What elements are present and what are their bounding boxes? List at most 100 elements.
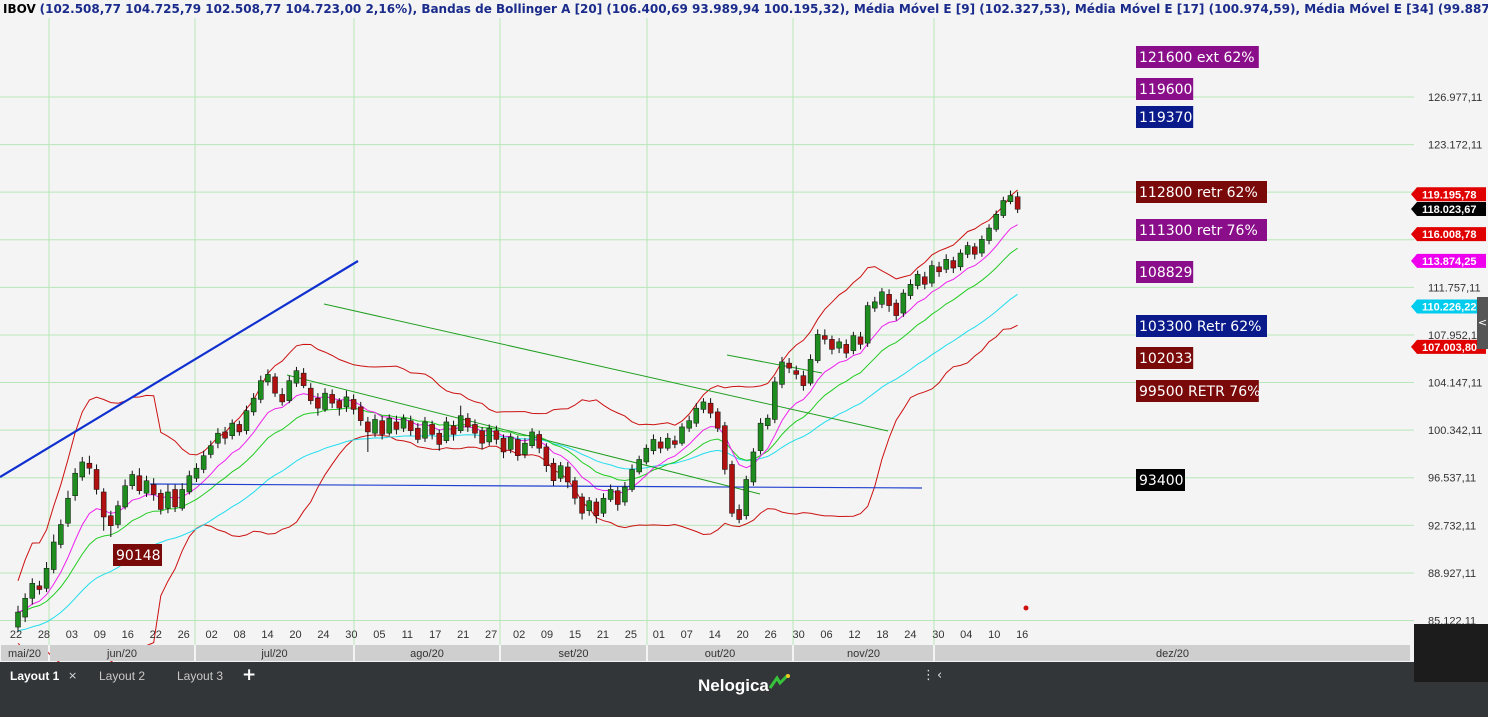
x-day-label: 04 — [960, 629, 972, 641]
candle-body — [986, 227, 992, 241]
x-day-label: 28 — [38, 629, 50, 641]
candle-body — [1000, 200, 1007, 216]
candle-body — [222, 431, 228, 439]
marker-dot — [1023, 605, 1029, 611]
candle-body — [779, 361, 785, 385]
side-panel-handle[interactable]: < — [1477, 297, 1488, 349]
candle-body — [607, 489, 614, 500]
candle-body — [86, 462, 93, 469]
candle — [900, 289, 907, 317]
candle-body — [893, 302, 899, 316]
candle-body — [307, 387, 314, 401]
candle-body — [529, 431, 535, 446]
candle-body — [372, 419, 378, 434]
price-tag: 113.874,25 — [1411, 253, 1486, 268]
candle-body — [65, 497, 71, 524]
candlestick-chart[interactable]: 126.977,11123.172,11111.757,11107.952,11… — [0, 18, 1488, 662]
month-segment: nov/20 — [794, 645, 933, 661]
candle-body — [150, 484, 157, 495]
candle-body — [243, 410, 250, 431]
candle — [772, 376, 778, 424]
level-label: 108829 — [1136, 261, 1194, 283]
candle-body — [957, 252, 964, 268]
candle-body — [172, 489, 178, 508]
candle-body — [300, 372, 307, 386]
candle-body — [422, 421, 428, 439]
x-day-label: 08 — [233, 629, 245, 641]
more-menu-icon[interactable]: ⋮ — [922, 666, 935, 686]
candle-body — [615, 490, 621, 505]
candle-body — [629, 469, 635, 490]
x-day-label: 17 — [429, 629, 441, 641]
candle-body — [236, 424, 243, 433]
candle-body — [379, 420, 385, 435]
month-label: ago/20 — [410, 648, 444, 660]
candle-body — [757, 422, 764, 451]
layout-tab-bar: Layout 1 × Layout 2 Layout 3 + ⋮ ‹ Nelog… — [0, 662, 1488, 717]
candle — [743, 475, 750, 520]
candle — [722, 421, 728, 475]
y-tick-label: 92.732,11 — [1428, 520, 1476, 532]
x-day-label: 26 — [178, 629, 190, 641]
x-day-label: 12 — [848, 629, 860, 641]
candle-body — [443, 421, 450, 441]
month-label: set/20 — [559, 648, 589, 660]
candle-body — [550, 462, 557, 481]
x-day-label: 09 — [541, 629, 553, 641]
close-tab-icon[interactable]: × — [68, 666, 77, 686]
candle-body — [572, 480, 578, 499]
price-tag-text: 119.195,78 — [1422, 189, 1476, 201]
month-segment: out/20 — [648, 645, 792, 661]
candle-body — [729, 464, 735, 514]
price-tag: 119.195,78 — [1411, 187, 1486, 202]
candle-body — [229, 422, 235, 436]
candle-body — [22, 598, 28, 618]
candle — [750, 448, 757, 486]
price-tag: 118.023,67 — [1411, 201, 1486, 216]
candle-body — [800, 375, 807, 386]
tab-layout-3[interactable]: Layout 3 — [177, 666, 223, 686]
candle-body — [472, 424, 478, 434]
candle-body — [58, 524, 64, 545]
x-day-label: 02 — [513, 629, 525, 641]
month-label: dez/20 — [1156, 648, 1189, 660]
add-tab-button[interactable]: + — [242, 664, 256, 686]
price-tag: 110.226,22 — [1411, 299, 1486, 314]
candle-body — [543, 446, 550, 466]
candle-body — [943, 259, 949, 270]
candle-body — [522, 442, 528, 455]
month-segment: set/20 — [501, 645, 646, 661]
candle-body — [286, 380, 293, 401]
candle-body — [486, 427, 492, 443]
y-tick-label: 111.757,11 — [1428, 282, 1481, 294]
level-label-text: 111300 retr 76% — [1139, 223, 1258, 239]
x-day-label: 14 — [709, 629, 721, 641]
y-tick-label: 104.147,11 — [1428, 378, 1482, 390]
symbol-label: IBOV — [3, 2, 36, 16]
x-day-label: 02 — [206, 629, 218, 641]
x-day-label: 10 — [988, 629, 1000, 641]
level-label-text: 119600 — [1139, 82, 1192, 98]
candle-body — [493, 430, 500, 440]
candle-body — [814, 334, 821, 361]
candle-body — [343, 396, 350, 408]
candle-body — [336, 400, 343, 409]
month-segment: jul/20 — [196, 645, 353, 661]
price-tag-text: 110.226,22 — [1422, 302, 1476, 314]
tab-layout-1[interactable]: Layout 1 — [10, 666, 59, 686]
level-label: 112800 retr 62% — [1136, 181, 1267, 203]
candle-body — [436, 432, 443, 445]
candle-body — [500, 437, 507, 453]
candle-body — [679, 426, 685, 444]
corner-panel — [1414, 624, 1488, 682]
candle-body — [43, 568, 50, 589]
candle-body — [179, 489, 185, 509]
candle-body — [807, 359, 814, 384]
level-label: 111300 retr 76% — [1136, 219, 1267, 241]
level-label-text: 99500 RETR 76% — [1139, 384, 1260, 400]
x-day-label: 18 — [876, 629, 888, 641]
chevron-left-icon[interactable]: ‹ — [937, 666, 942, 686]
x-day-label: 07 — [681, 629, 693, 641]
candle-body — [879, 291, 885, 305]
tab-layout-2[interactable]: Layout 2 — [99, 666, 145, 686]
